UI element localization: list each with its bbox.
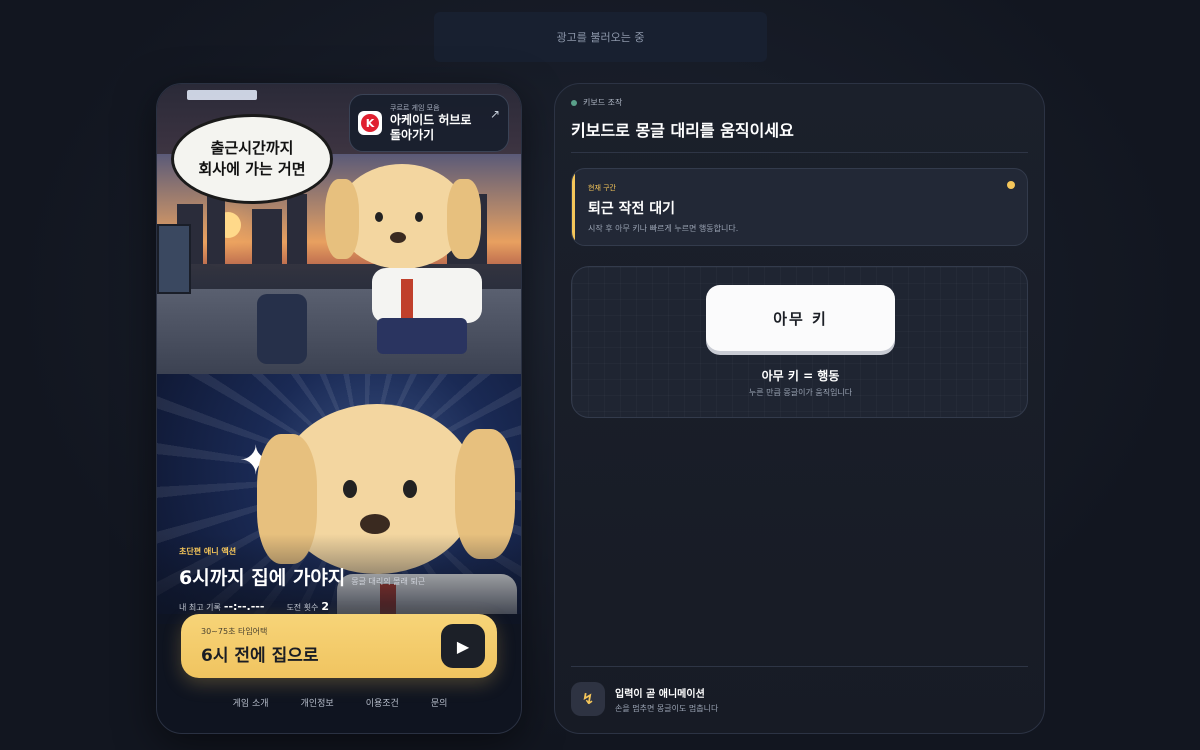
external-arrow-icon: ↗ (489, 107, 500, 121)
dog-tie (401, 279, 413, 319)
genre-tag: 초단편 애니 액션 (179, 547, 237, 556)
keyboard-tag: 키보드 조작 (571, 97, 622, 108)
arcade-hub-button[interactable]: K 쿠르르 게임 모음 아케이드 허브로 돌아가기 ↗ (349, 94, 509, 152)
arcade-logo-icon: K (358, 111, 382, 135)
play-icon[interactable]: ▶ (441, 624, 485, 668)
divider (571, 152, 1028, 153)
accent-bar (572, 169, 575, 245)
office-chair (257, 294, 307, 364)
stats-row: 내 최고 기록 --:--.--- 도전 횟수 2 (179, 600, 509, 613)
hint-text: 입력이 곧 애니메이션 손을 멈추면 몽글이도 멈춥니다 (615, 685, 718, 714)
footer-link-about[interactable]: 게임 소개 (233, 696, 269, 709)
footer-links: 게임 소개 개인정보 이용조건 문의 (157, 696, 521, 709)
key-subcaption: 누른 만큼 몽글이가 움직입니다 (748, 388, 853, 397)
dog-ear (325, 179, 359, 259)
hub-text: 쿠르르 게임 모음 아케이드 허브로 돌아가기 (390, 103, 482, 143)
dog-eye (415, 212, 423, 222)
ad-loading-text: 광고를 불러오는 중 (556, 31, 645, 44)
game-title: 6시까지 집에 가야지 몽글 대리의 몰래 퇴근 (179, 567, 426, 589)
speech-line: 출근시간까지 (210, 139, 294, 157)
dog-eye (343, 480, 357, 498)
divider (571, 666, 1028, 667)
hub-label-line1: 아케이드 허브로 (390, 113, 472, 127)
hub-label-line2: 돌아가기 (390, 128, 435, 142)
key-input-area[interactable]: 아무 키 아무 키 = 행동 누른 만큼 몽글이가 움직입니다 (571, 266, 1028, 418)
footer-link-privacy[interactable]: 개인정보 (301, 696, 334, 709)
footer-link-contact[interactable]: 문의 (431, 696, 448, 709)
section-title: 퇴근 작전 대기 (588, 201, 676, 217)
hint-title: 입력이 곧 애니메이션 (615, 688, 705, 700)
dog-ear (447, 179, 481, 259)
panel-title: 키보드로 몽글 대리를 움직이세요 (571, 121, 794, 140)
dog-shirt (372, 268, 482, 323)
building (252, 209, 282, 264)
start-main-label: 6시 전에 집으로 (201, 646, 319, 666)
hint-desc: 손을 멈추면 몽글이도 멈춥니다 (615, 703, 719, 713)
section-label: 현재 구간 (588, 184, 616, 192)
start-small-label: 30~75초 타임어택 (201, 627, 268, 636)
speech-bubble: 출근시간까지 회사에 가는 거면 (171, 114, 333, 204)
start-text: 30~75초 타임어택 6시 전에 집으로 (201, 626, 319, 666)
section-desc: 시작 후 아무 키나 빠르게 누르면 행동합니다. (588, 224, 739, 233)
best-record: 내 최고 기록 --:--.--- (179, 600, 265, 613)
current-section-card: 현재 구간 퇴근 작전 대기 시작 후 아무 키나 빠르게 누르면 행동합니다. (571, 168, 1028, 246)
dog-eye (375, 212, 383, 222)
hint-row: ↯ 입력이 곧 애니메이션 손을 멈추면 몽글이도 멈춥니다 (571, 682, 718, 716)
office-scene: 출근시간까지 회사에 가는 거면 K 쿠르르 게임 모음 아케이드 허브로 돌아… (157, 84, 521, 374)
game-title-block: 초단편 애니 액션 6시까지 집에 가야지 몽글 대리의 몰래 퇴근 내 최고 기… (179, 546, 509, 613)
dog-pants (377, 318, 467, 354)
lightning-icon: ↯ (571, 682, 605, 716)
speech-line: 회사에 가는 거면 (198, 160, 306, 178)
game-card: 출근시간까지 회사에 가는 거면 K 쿠르르 게임 모음 아케이드 허브로 돌아… (156, 83, 522, 734)
hub-small-label: 쿠르르 게임 모음 (390, 104, 440, 112)
dog-nose (390, 232, 406, 243)
ceiling-light (187, 90, 257, 100)
status-dot-icon (1007, 181, 1015, 189)
any-key-button[interactable]: 아무 키 (706, 285, 895, 351)
game-subtitle: 몽글 대리의 몰래 퇴근 (351, 577, 426, 586)
status-dot-icon (571, 99, 577, 106)
key-caption: 아무 키 = 행동 (761, 369, 840, 383)
building (287, 194, 307, 264)
controls-panel: 키보드 조작 키보드로 몽글 대리를 움직이세요 현재 구간 퇴근 작전 대기 … (554, 83, 1045, 734)
start-game-button[interactable]: 30~75초 타임어택 6시 전에 집으로 ▶ (181, 614, 497, 678)
dog-eye (403, 480, 417, 498)
footer-link-terms[interactable]: 이용조건 (366, 696, 399, 709)
try-count: 도전 횟수 2 (286, 600, 330, 613)
ad-banner: 광고를 불러오는 중 (434, 12, 767, 62)
monitor (157, 224, 191, 294)
dog-nose (360, 514, 390, 534)
